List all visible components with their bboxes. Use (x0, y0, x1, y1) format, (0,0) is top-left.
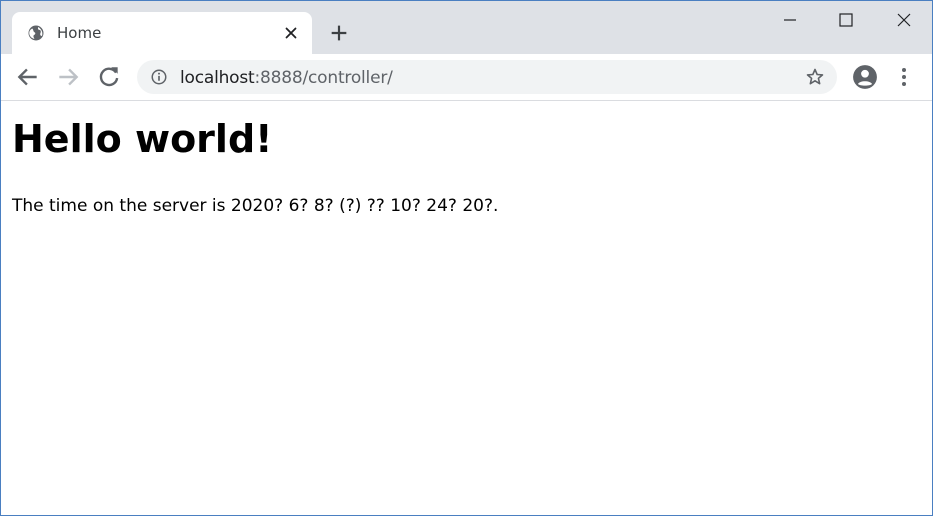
url-path: :8888/controller/ (254, 68, 393, 88)
info-icon[interactable] (150, 68, 168, 86)
bookmark-star-icon[interactable] (805, 67, 825, 87)
page-content: Hello world! The time on the server is 2… (1, 101, 932, 515)
back-arrow-icon[interactable] (15, 64, 41, 90)
reload-icon[interactable] (96, 64, 122, 90)
url-text[interactable]: localhost:8888/controller/ (180, 68, 393, 88)
tab-title: Home (57, 24, 102, 42)
server-time-text: The time on the server is 2020? 6? 8? (?… (12, 196, 499, 216)
globe-icon (28, 25, 44, 41)
maximize-icon[interactable] (831, 9, 861, 31)
profile-avatar-icon[interactable] (852, 64, 878, 90)
tab-close-icon[interactable] (282, 24, 300, 42)
browser-window: Home localhost:8888/controller/ Hello wo… (0, 0, 933, 516)
new-tab-icon[interactable] (328, 22, 350, 44)
page-heading: Hello world! (12, 117, 273, 161)
forward-arrow-icon[interactable] (55, 64, 81, 90)
minimize-icon[interactable] (775, 9, 805, 31)
tab-home[interactable]: Home (12, 12, 312, 54)
more-menu-icon[interactable] (894, 64, 914, 90)
tab-strip: Home (1, 1, 932, 54)
window-close-icon[interactable] (889, 9, 919, 31)
toolbar: localhost:8888/controller/ (1, 54, 932, 101)
url-host: localhost (180, 68, 255, 88)
address-bar[interactable]: localhost:8888/controller/ (137, 60, 837, 94)
